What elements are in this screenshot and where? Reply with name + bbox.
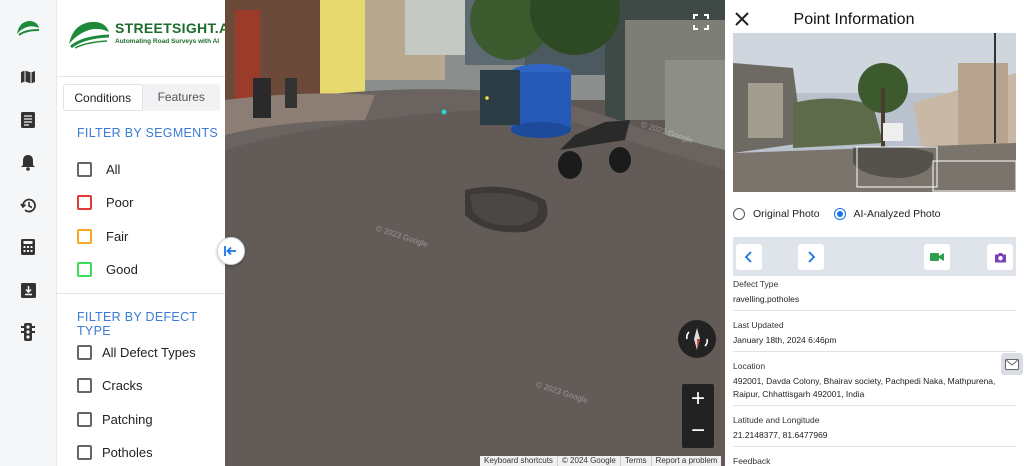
original-photo-label[interactable]: Original Photo <box>753 208 820 220</box>
copyright-text: © 2024 Google <box>558 456 621 466</box>
option-label: Good <box>106 261 138 277</box>
checkbox[interactable] <box>77 344 92 360</box>
keyboard-shortcuts-link[interactable]: Keyboard shortcuts <box>480 456 558 466</box>
street-view-image <box>225 0 725 466</box>
collapse-sidebar-button[interactable] <box>217 237 245 265</box>
option-label: All <box>106 161 121 177</box>
option-label: Potholes <box>102 444 153 460</box>
message-button[interactable] <box>1001 353 1023 375</box>
compass-button[interactable] <box>678 320 716 358</box>
field-label: Feedback <box>733 456 771 466</box>
defect-section-title: FILTER BY DEFECT TYPE <box>77 310 198 338</box>
previous-photo-button[interactable] <box>736 244 762 270</box>
location-field: Location 492001, Davda Colony, Bhairav s… <box>733 361 1016 401</box>
traffic-light-icon[interactable] <box>18 322 38 342</box>
segment-option-good[interactable]: Good <box>77 259 138 279</box>
divider <box>733 351 1016 352</box>
fullscreen-button[interactable] <box>686 7 716 37</box>
checkbox[interactable] <box>77 411 92 427</box>
mail-icon <box>1005 358 1019 370</box>
photo-type-toggle: Original Photo AI-Analyzed Photo <box>733 208 941 220</box>
field-label: Defect Type <box>733 279 779 289</box>
zoom-control: + − <box>682 384 714 448</box>
checkbox[interactable] <box>77 444 92 460</box>
defect-option-all[interactable]: All Defect Types <box>77 342 196 362</box>
analyzed-photo-image <box>733 33 1016 192</box>
point-info-panel: Point Information Original Photo AI-Anal… <box>725 0 1024 466</box>
checkbox[interactable] <box>77 228 92 244</box>
checkbox[interactable] <box>77 194 92 210</box>
filter-tabs: Conditions Features <box>63 84 220 111</box>
field-label: Last Updated <box>733 320 784 330</box>
tab-conditions[interactable]: Conditions <box>63 84 143 111</box>
chevron-left-icon <box>744 251 752 263</box>
defect-type-field: Defect Type ravelling,potholes <box>733 279 1016 306</box>
option-label: Poor <box>106 194 134 210</box>
photo-nav-bar <box>733 237 1016 276</box>
ai-analyzed-photo-radio[interactable] <box>833 208 846 220</box>
zoom-out-button[interactable]: − <box>682 416 714 448</box>
segments-section-title: FILTER BY SEGMENTS <box>77 126 219 140</box>
field-label: Latitude and Longitude <box>733 415 820 425</box>
feedback-field: Feedback <box>733 456 1016 466</box>
segment-option-all[interactable]: All <box>77 159 120 179</box>
chevron-right-icon <box>808 251 816 263</box>
calculator-icon[interactable] <box>18 237 38 257</box>
terms-link[interactable]: Terms <box>621 456 652 466</box>
photo-camera-button[interactable] <box>987 244 1013 270</box>
logo-icon <box>69 21 110 49</box>
defect-option-patching[interactable]: Patching <box>77 409 153 429</box>
last-updated-field: Last Updated January 18th, 2024 6:46pm <box>733 320 1016 347</box>
divider <box>57 76 225 77</box>
option-label: Fair <box>106 228 129 244</box>
checkbox[interactable] <box>77 161 92 177</box>
divider <box>733 310 1016 311</box>
option-label: Cracks <box>102 377 143 393</box>
panel-title: Point Information <box>793 11 915 28</box>
field-value: 21.2148377, 81.6477969 <box>733 430 828 440</box>
point-photo <box>733 33 1016 192</box>
defect-option-potholes[interactable]: Potholes <box>77 442 153 462</box>
divider <box>57 293 225 294</box>
next-photo-button[interactable] <box>798 244 824 270</box>
camera-icon <box>994 252 1006 262</box>
field-label: Location <box>733 361 766 371</box>
fullscreen-icon <box>693 14 709 30</box>
video-button[interactable] <box>924 244 950 270</box>
filter-sidebar: STREETSIGHT.AI Automating Road Surveys w… <box>57 0 225 466</box>
bell-icon[interactable] <box>18 152 38 172</box>
lat-long-field: Latitude and Longitude 21.2148377, 81.64… <box>733 415 1016 442</box>
collapse-left-icon <box>224 246 236 256</box>
zoom-in-button[interactable]: + <box>682 384 714 416</box>
option-label: All Defect Types <box>102 344 196 360</box>
logo-icon[interactable] <box>15 18 41 38</box>
document-icon[interactable] <box>18 110 38 130</box>
segment-option-poor[interactable]: Poor <box>77 192 133 212</box>
divider <box>733 405 1016 406</box>
compass-icon <box>685 328 709 350</box>
defect-option-cracks[interactable]: Cracks <box>77 375 142 395</box>
field-value: 492001, Davda Colony, Bhairav society, P… <box>733 376 996 399</box>
checkbox[interactable] <box>77 261 92 277</box>
field-value: January 18th, 2024 6:46pm <box>733 335 837 345</box>
brand-logo[interactable]: STREETSIGHT.AI Automating Road Surveys w… <box>67 18 225 54</box>
ai-analyzed-photo-label[interactable]: AI-Analyzed Photo <box>854 208 941 220</box>
segment-option-fair[interactable]: Fair <box>77 226 128 246</box>
divider <box>733 446 1016 447</box>
tab-features[interactable]: Features <box>143 84 221 111</box>
brand-name: STREETSIGHT.AI <box>115 20 225 36</box>
icon-rail <box>0 0 57 466</box>
download-icon[interactable] <box>18 280 38 300</box>
history-icon[interactable] <box>18 195 38 215</box>
original-photo-radio[interactable] <box>733 208 745 220</box>
report-problem-link[interactable]: Report a problem <box>652 456 722 466</box>
map-icon[interactable] <box>18 67 38 87</box>
field-value: ravelling,potholes <box>733 294 800 304</box>
video-camera-icon <box>930 253 944 261</box>
brand-tagline: Automating Road Surveys with AI <box>115 38 220 45</box>
street-view[interactable]: © 2023 Google © 2023 Google © 2023 Googl… <box>225 0 725 466</box>
checkbox[interactable] <box>77 377 92 393</box>
option-label: Patching <box>102 411 153 427</box>
map-attribution: Keyboard shortcuts © 2024 Google Terms R… <box>480 456 722 466</box>
